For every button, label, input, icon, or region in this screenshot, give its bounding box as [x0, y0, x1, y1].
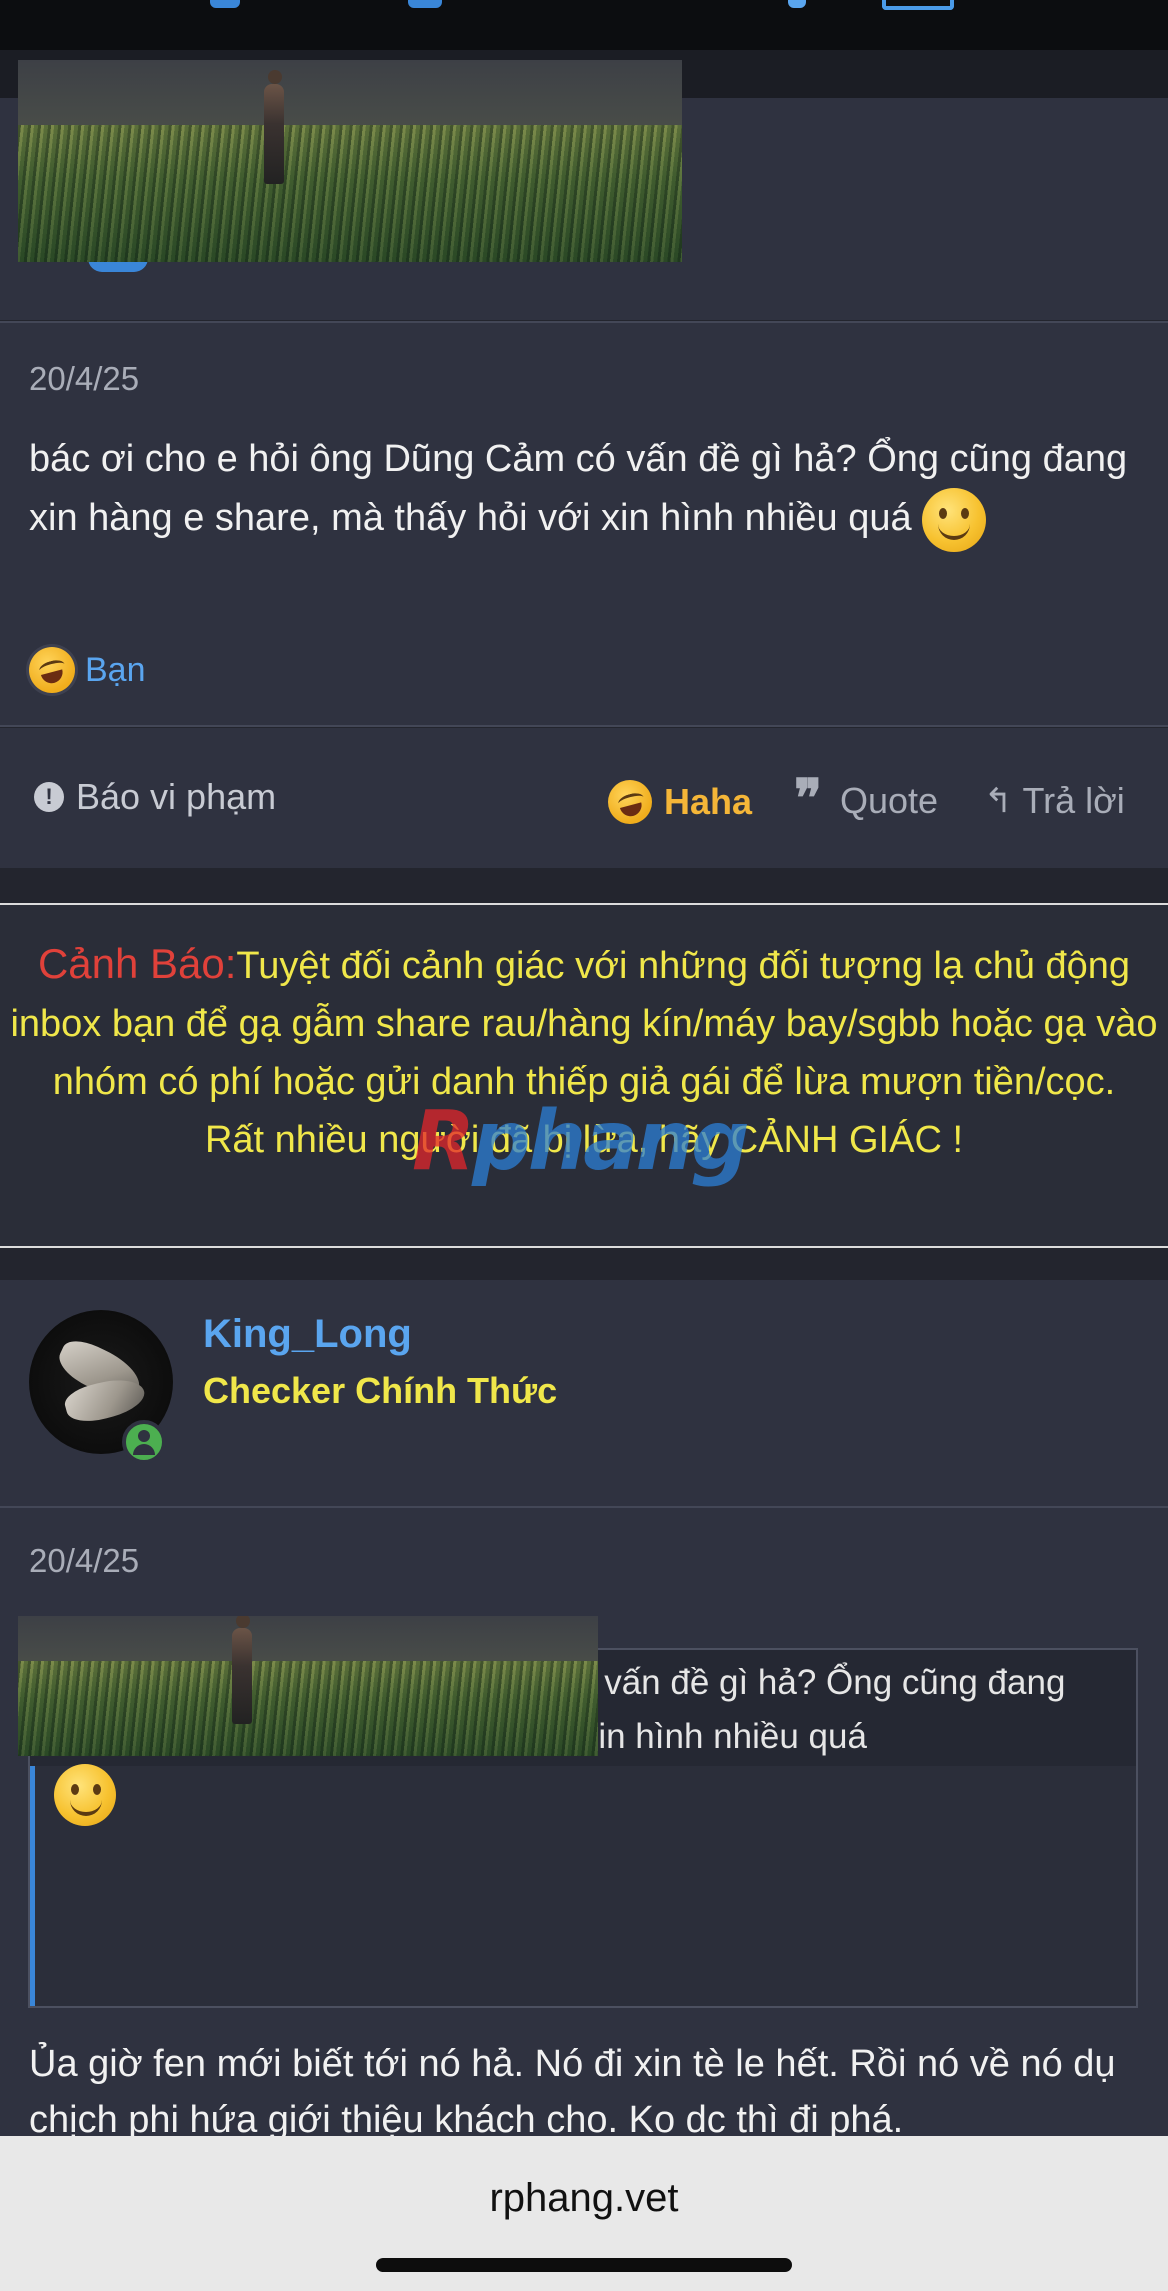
field-photo-overlay	[18, 60, 682, 262]
username-link[interactable]: King_Long	[203, 1312, 412, 1357]
smile-emoji-icon	[922, 488, 987, 552]
reaction-summary[interactable]: Bạn	[29, 645, 146, 695]
nav-box-icon[interactable]	[882, 0, 954, 10]
reply-arrow-icon: ↰	[984, 782, 1013, 820]
home-indicator[interactable]	[376, 2258, 792, 2272]
report-label: Báo vi phạm	[76, 776, 277, 817]
haha-label: Haha	[664, 781, 753, 822]
post2-user-header: King_Long Checker Chính Thức	[0, 1280, 1168, 1506]
quote-button[interactable]: ❞ Quote	[794, 768, 939, 829]
quote-icon: ❞	[794, 768, 822, 829]
page: 20/4/25 bác ơi cho e hỏi ông Dũng Cảm có…	[0, 0, 1168, 2291]
smile-emoji-icon	[54, 1764, 116, 1826]
nav-icon-fragment[interactable]	[210, 0, 240, 8]
url-text[interactable]: rphang.vet	[0, 2176, 1168, 2221]
nav-icon-fragment[interactable]	[408, 0, 442, 8]
quote-accent-bar	[30, 1766, 35, 2006]
report-button[interactable]: ! Báo vi phạm	[34, 776, 276, 818]
user-title: Checker Chính Thức	[203, 1370, 558, 1411]
rphang-watermark-logo: Rphang	[412, 1094, 750, 1189]
scam-warning-notice: Cảnh Báo:Tuyệt đối cảnh giác với những đ…	[0, 903, 1168, 1248]
top-nav-bar	[0, 0, 1168, 50]
browser-address-bar[interactable]: rphang.vet	[0, 2136, 1168, 2291]
divider	[0, 725, 1168, 727]
haha-reaction-icon	[608, 780, 652, 824]
exclamation-icon: !	[34, 782, 64, 812]
quote-label: Quote	[839, 780, 939, 821]
warning-label: Cảnh Báo:	[37, 940, 237, 987]
reply-button[interactable]: ↰ Trả lời	[984, 780, 1125, 822]
reply-label: Trả lời	[1022, 780, 1125, 821]
post-message: bác ơi cho e hỏi ông Dũng Cảm có vấn đề …	[29, 430, 1139, 552]
post-action-bar: ! Báo vi phạm Haha ❞ Quote ↰ Trả lời	[0, 728, 1168, 868]
reply-message: Ủa giờ fen mới biết tới nó hả. Nó đi xin…	[29, 2043, 1116, 2141]
online-user-badge-icon	[122, 1420, 166, 1464]
post-date[interactable]: 20/4/25	[29, 1542, 139, 1580]
haha-reaction-icon	[29, 647, 75, 693]
person-figure	[264, 84, 284, 184]
haha-react-button[interactable]: Haha	[608, 780, 752, 824]
post2-body: 20/4/25 bác ơi cho e hỏi ông Dũng Cảm có…	[0, 1508, 1168, 2141]
reaction-users-link[interactable]: Bạn	[85, 651, 146, 690]
field-photo-overlay	[18, 1616, 598, 1756]
post-date[interactable]: 20/4/25	[29, 360, 139, 398]
nav-icon-fragment[interactable]	[788, 0, 806, 8]
person-figure	[232, 1628, 252, 1724]
